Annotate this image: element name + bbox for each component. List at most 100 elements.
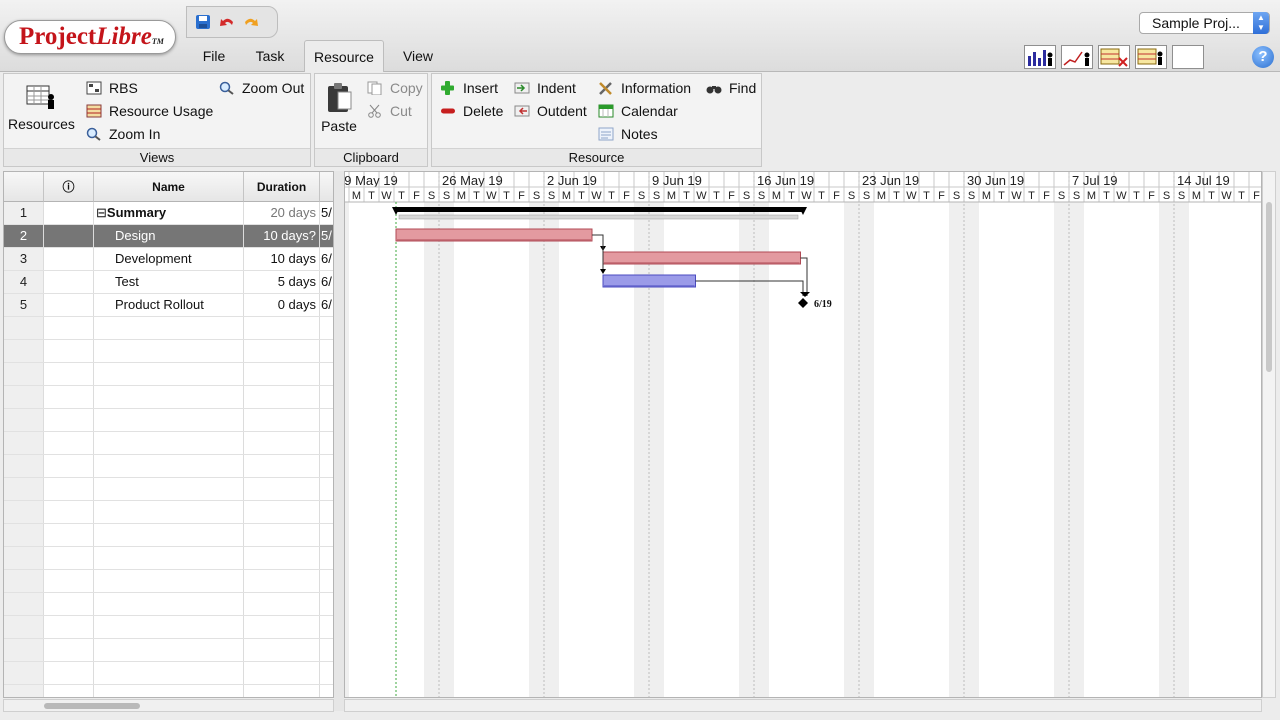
task-name-cell[interactable] [94,616,244,638]
duration-cell[interactable]: 20 days [244,202,320,224]
indicator-cell[interactable] [44,501,94,523]
start-cell[interactable] [320,524,333,546]
duration-cell[interactable] [244,547,320,569]
table-row[interactable] [4,363,333,386]
table-row[interactable]: 2 Design 10 days? 5/ [4,225,333,248]
start-column-header[interactable] [320,172,333,202]
row-id-cell[interactable] [4,685,44,697]
duration-cell[interactable] [244,455,320,477]
menu-resource[interactable]: Resource [304,40,384,72]
task-name-cell[interactable] [94,524,244,546]
copy-button[interactable]: Copy [367,78,423,98]
start-cell[interactable] [320,593,333,615]
indicator-cell[interactable] [44,432,94,454]
indicator-cell[interactable] [44,685,94,697]
delete-button[interactable]: Delete [440,101,503,121]
start-cell[interactable] [320,340,333,362]
row-id-cell[interactable]: 2 [4,225,44,247]
resource-usage-button[interactable]: Resource Usage [86,101,213,121]
indicator-cell[interactable] [44,570,94,592]
menu-file[interactable]: File [192,40,236,72]
row-id-cell[interactable] [4,524,44,546]
histogram-view-icon[interactable] [1024,45,1056,69]
table-row[interactable] [4,662,333,685]
indicator-cell[interactable] [44,340,94,362]
start-cell[interactable] [320,386,333,408]
table-row[interactable] [4,639,333,662]
row-id-cell[interactable] [4,639,44,661]
duration-column-header[interactable]: Duration [244,172,320,202]
start-cell[interactable]: 6/ [320,271,333,293]
start-cell[interactable] [320,616,333,638]
blank-view-button[interactable] [1172,45,1204,69]
start-cell[interactable] [320,455,333,477]
table-row[interactable] [4,432,333,455]
gantt-vertical-scrollbar[interactable] [1262,171,1276,698]
start-cell[interactable] [320,639,333,661]
task-name-cell[interactable] [94,501,244,523]
table-row[interactable] [4,547,333,570]
task-name-cell[interactable]: Test [94,271,244,293]
row-id-cell[interactable] [4,478,44,500]
task-name-cell[interactable] [94,662,244,684]
row-id-cell[interactable]: 1 [4,202,44,224]
start-cell[interactable]: 6/ [320,248,333,270]
row-id-cell[interactable] [4,340,44,362]
indicator-cell[interactable] [44,455,94,477]
start-cell[interactable] [320,478,333,500]
find-button[interactable]: Find [706,78,756,98]
row-id-cell[interactable] [4,317,44,339]
start-cell[interactable] [320,570,333,592]
duration-cell[interactable] [244,409,320,431]
duration-cell[interactable] [244,363,320,385]
table-row[interactable]: 1 ⊟Summary 20 days 5/ [4,202,333,225]
start-cell[interactable]: 6/ [320,294,333,316]
task-name-cell[interactable] [94,363,244,385]
start-cell[interactable] [320,409,333,431]
start-cell[interactable] [320,317,333,339]
duration-cell[interactable]: 10 days? [244,225,320,247]
table-row[interactable]: 5 Product Rollout 0 days 6/ [4,294,333,317]
duration-cell[interactable] [244,432,320,454]
menu-task[interactable]: Task [248,40,292,72]
row-id-cell[interactable]: 4 [4,271,44,293]
row-id-cell[interactable] [4,455,44,477]
indicator-cell[interactable] [44,593,94,615]
indicator-cell[interactable] [44,225,94,247]
table-row[interactable] [4,386,333,409]
table-row[interactable] [4,501,333,524]
undo-icon[interactable] [218,14,236,30]
indicator-cell[interactable] [44,294,94,316]
task-name-cell[interactable] [94,570,244,592]
task-name-cell[interactable] [94,639,244,661]
menu-view[interactable]: View [396,40,440,72]
task-name-cell[interactable] [94,685,244,697]
help-icon[interactable]: ? [1252,46,1274,68]
table-row[interactable] [4,409,333,432]
charts-view-icon[interactable] [1061,45,1093,69]
duration-cell[interactable] [244,501,320,523]
row-id-cell[interactable] [4,501,44,523]
start-cell[interactable]: 5/ [320,202,333,224]
table-row[interactable] [4,524,333,547]
task-name-cell[interactable] [94,317,244,339]
zoom-in-button[interactable]: Zoom In [86,124,160,144]
milestone-diamond[interactable] [798,298,808,308]
start-cell[interactable] [320,685,333,697]
task-usage-view-icon[interactable] [1098,45,1130,69]
indicator-cell[interactable] [44,547,94,569]
task-name-cell[interactable] [94,478,244,500]
redo-icon[interactable] [242,14,260,30]
gantt-vscroll-thumb[interactable] [1266,202,1272,372]
indicator-cell[interactable] [44,317,94,339]
zoom-out-button[interactable]: Zoom Out [219,78,304,98]
task-name-cell[interactable] [94,432,244,454]
table-row[interactable] [4,455,333,478]
task-name-cell[interactable]: ⊟Summary [94,202,244,224]
row-id-cell[interactable] [4,662,44,684]
table-horizontal-scrollbar[interactable] [3,699,334,712]
table-row[interactable] [4,685,333,697]
table-row[interactable]: 4 Test 5 days 6/ [4,271,333,294]
indicator-cell[interactable] [44,386,94,408]
duration-cell[interactable] [244,386,320,408]
